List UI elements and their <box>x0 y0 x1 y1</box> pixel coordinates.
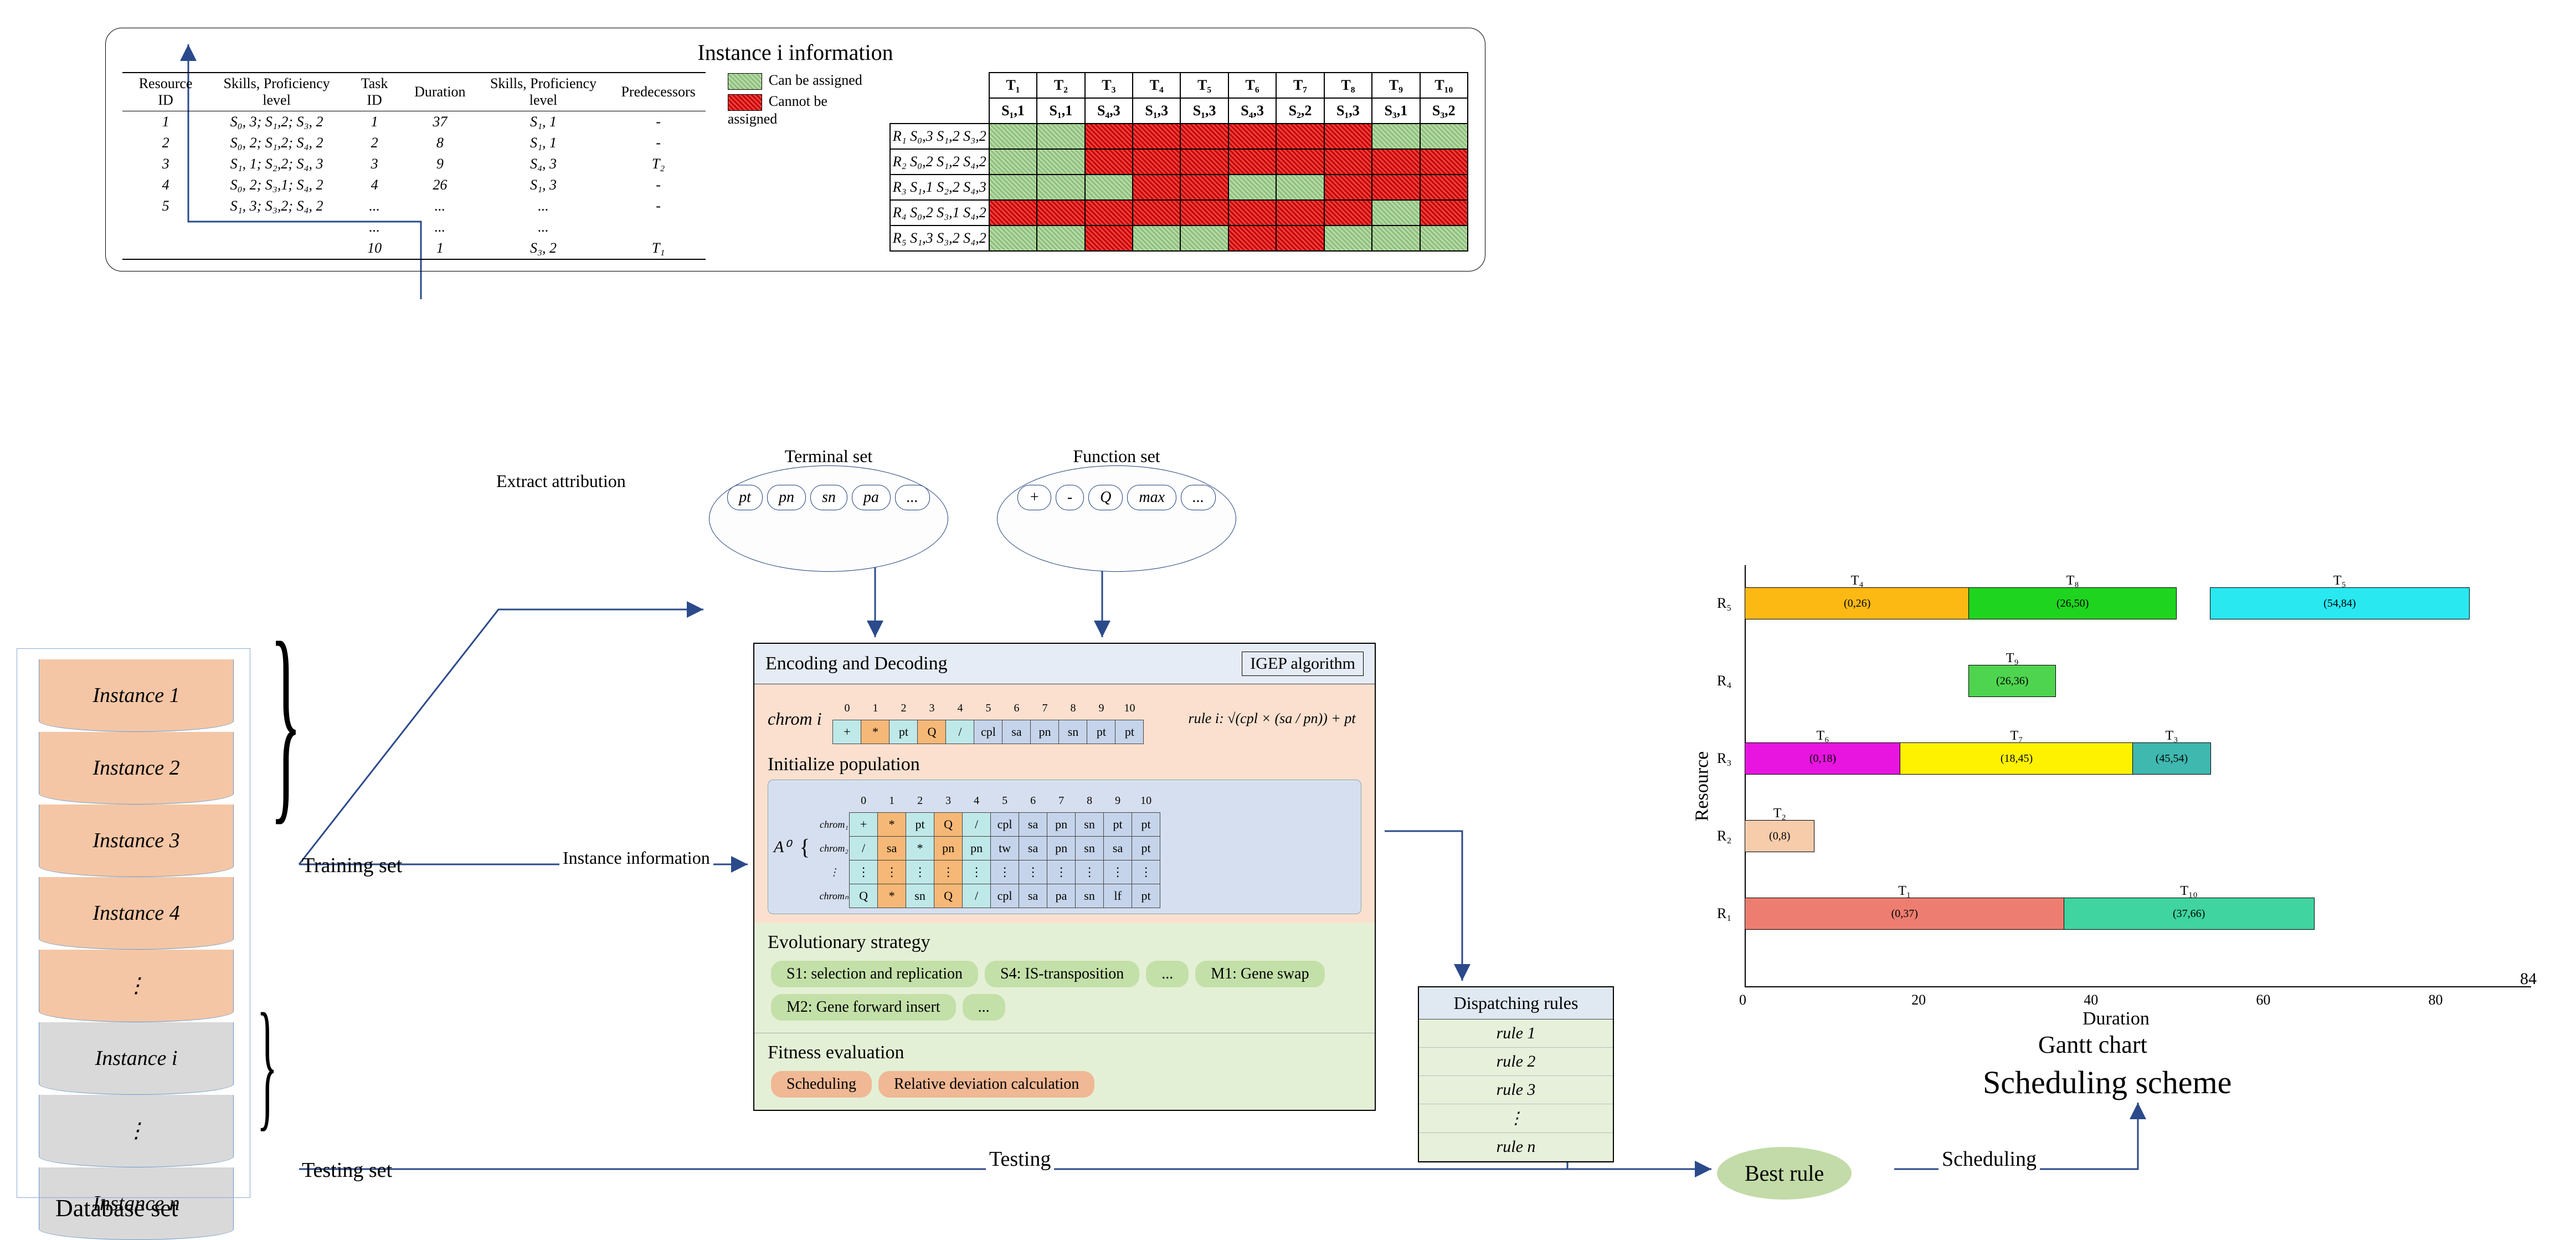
terminal-set-oval: Terminal set ptpnsnpa... <box>709 465 948 572</box>
gantt-subtitle: Scheduling scheme <box>1983 1064 2231 1101</box>
evo-header: Evolutionary strategy <box>768 932 1361 953</box>
instance-info-title: Instance i information <box>122 39 1468 65</box>
algo-tag: IGEP algorithm <box>1242 652 1364 676</box>
algo-header: Encoding and Decoding <box>765 653 948 674</box>
legend-can-swatch <box>728 73 762 90</box>
dispatching-rules-box: Dispatching rules rule 1rule 2rule 3⋮rul… <box>1418 986 1614 1162</box>
extract-label: Extract attribution <box>493 471 629 491</box>
gantt-xlabel: Duration <box>2083 1008 2150 1029</box>
assignment-matrix: T₁T₂T₃T₄T₅T₆T₇T₈T₉T₁₀S₁,1S₁,1S₄,3S₁,3S₁,… <box>889 72 1468 252</box>
rule-formula: rule i: √(cpl × (sa / pn)) + pt <box>1188 710 1355 727</box>
testing-label: Testing <box>986 1147 1054 1171</box>
init-pop-label: A⁰ <box>774 837 790 857</box>
makespan-label: 84 <box>2520 970 2537 988</box>
fitness-section: Fitness evaluation SchedulingRelative de… <box>754 1033 1375 1110</box>
training-set-label: Training set <box>302 853 402 878</box>
dispatch-title: Dispatching rules <box>1419 987 1613 1019</box>
scheduling-label: Scheduling <box>1939 1147 2040 1171</box>
legend-cannot-swatch <box>728 94 762 111</box>
terminal-set-title: Terminal set <box>709 446 948 467</box>
gantt-ylabel: Resource <box>1691 751 1713 822</box>
function-set-title: Function set <box>998 446 1236 467</box>
init-header: Initialize population <box>768 754 1361 775</box>
fitness-header: Fitness evaluation <box>768 1042 1361 1063</box>
instance-info-panel: Instance i information Resource IDSkills… <box>105 28 1485 271</box>
instance-info-label: Instance information <box>559 848 713 868</box>
chrom-label: chrom i <box>768 709 821 729</box>
function-set-oval: Function set +-Qmax... <box>997 465 1236 572</box>
resource-table: Resource IDSkills, Proficiency levelTask… <box>122 72 706 260</box>
best-rule-node: Best rule <box>1717 1147 1852 1200</box>
encoding-section: chrom i 012345678910+*ptQ/cplsapnsnptpt … <box>754 684 1375 923</box>
evolutionary-section: Evolutionary strategy S1: selection and … <box>754 923 1375 1033</box>
brace-training: } <box>270 609 302 997</box>
gantt-title: Gantt chart <box>2038 1031 2147 1059</box>
brace-testing: } <box>257 992 277 1224</box>
testing-set-label: Testing set <box>302 1158 392 1182</box>
database-label: Database set <box>55 1194 178 1222</box>
igep-algorithm-box: Encoding and Decoding IGEP algorithm chro… <box>753 643 1376 1111</box>
legend-can-label: Can be assigned <box>769 72 862 88</box>
database-border <box>17 648 250 1198</box>
gantt-chart: T₁(0,37)T₁₀(37,66)T₂(0,8)T₆(0,18)T₇(18,4… <box>1684 554 2542 1053</box>
